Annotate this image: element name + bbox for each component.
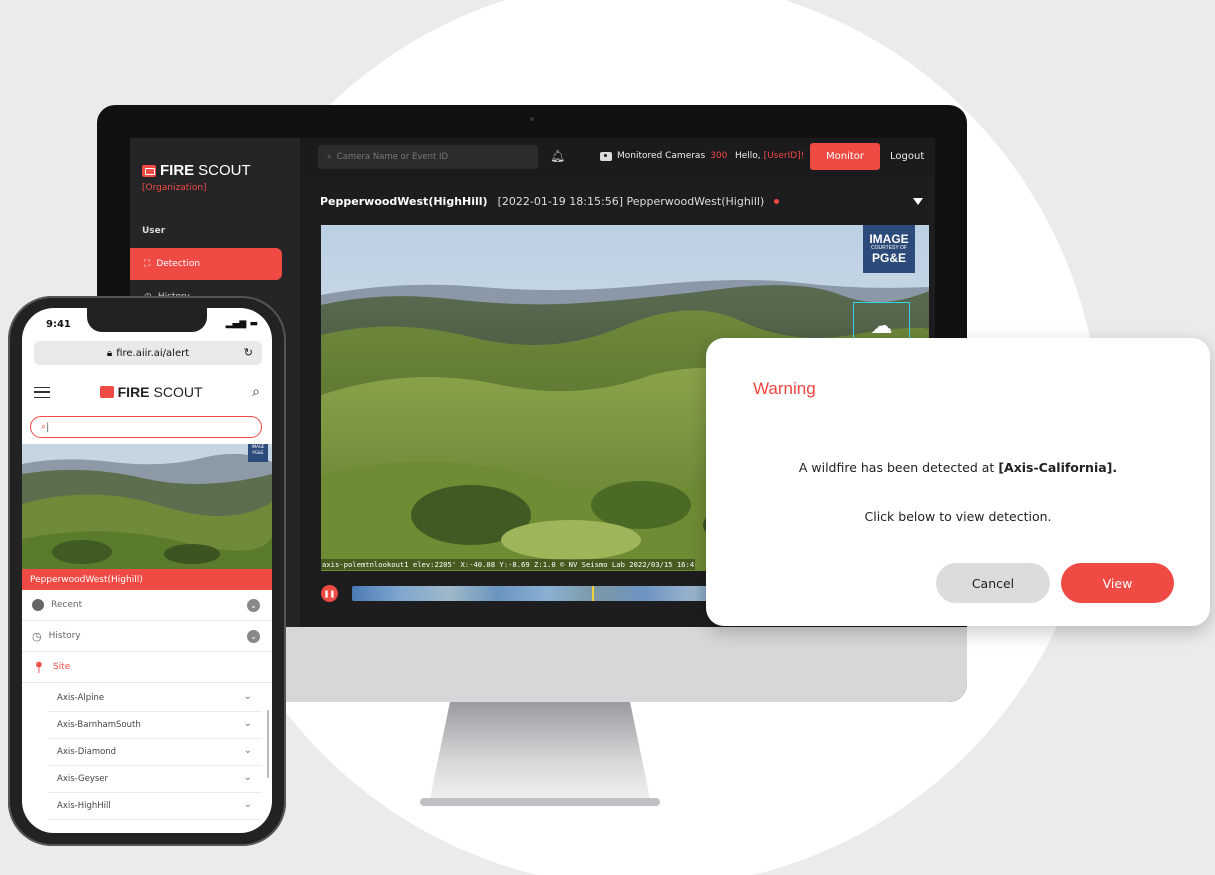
reload-icon[interactable]: ↻ — [244, 346, 253, 359]
url-text: fire.aiir.ai/alert — [116, 347, 190, 359]
brand-bold: FIRE — [160, 162, 195, 179]
phone-notch — [87, 308, 207, 332]
timeline-scrubber[interactable] — [352, 586, 742, 601]
monitor-stand — [420, 702, 660, 806]
signal-icon: ▂▄▆ — [225, 319, 247, 329]
recent-icon — [32, 599, 44, 611]
scrollbar[interactable] — [267, 710, 269, 778]
organization-label: [Organization] — [142, 183, 207, 193]
credit-line-3: PG&E — [871, 251, 906, 265]
cancel-button[interactable]: Cancel — [936, 563, 1050, 603]
monitored-cameras: Monitored Cameras 300 — [600, 151, 727, 161]
site-label: Axis-BarnhamSouth — [57, 720, 141, 730]
phone-brand-rest: SCOUT — [153, 384, 203, 400]
phone-screen: 9:41 ▂▄▆ ▬ 🔒︎ fire.aiir.ai/alert ↻ FIRE S… — [22, 308, 272, 833]
phone-camera-feed: IMAGE PG&E — [22, 444, 272, 569]
section-label: Site — [52, 662, 71, 672]
lock-icon: 🔒︎ — [106, 347, 113, 359]
dialog-title: Warning — [753, 379, 816, 398]
site-item-diamond[interactable]: Axis-Diamond ⌄ — [48, 739, 262, 766]
chevron-down-icon: ⌄ — [243, 691, 252, 702]
site-label: Axis-Alpine — [57, 693, 105, 703]
search-icon: ⌕ — [327, 152, 332, 162]
sidebar-section-user: User — [142, 226, 166, 236]
timeline-marker[interactable] — [592, 586, 594, 601]
warning-dialog: Warning A wildfire has been detected at … — [706, 338, 1210, 626]
brand-rest: SCOUT — [198, 162, 251, 179]
camera-search-input[interactable]: ⌕ Camera Name or Event ID — [318, 145, 538, 169]
camera-title-row: PepperwoodWest(HighHill) [2022-01-19 18:… — [320, 195, 780, 208]
phone-landscape-image — [22, 444, 272, 569]
chevron-down-icon: ⌄ — [243, 799, 252, 810]
chevron-down-icon: ⌄ — [243, 718, 252, 729]
smoke-cloud-icon: ☁︎ — [870, 313, 893, 339]
camera-name: PepperwoodWest(HighHill) — [320, 195, 488, 208]
camera-icon — [600, 151, 612, 161]
monitored-cameras-count: 300 — [710, 151, 728, 161]
dropdown-triangle-icon[interactable] — [913, 198, 923, 205]
firescout-logo-icon — [142, 164, 156, 177]
phone-search-input[interactable]: ⌕ | — [30, 416, 262, 438]
phone-header: FIRE SCOUT ⌕ — [22, 374, 272, 410]
chevron-down-icon[interactable]: ⌄ — [247, 599, 260, 612]
site-label: Axis-HighHill — [57, 801, 111, 811]
pause-button[interactable]: ❚❚ — [321, 585, 338, 602]
section-recent[interactable]: Recent ⌄ — [22, 590, 272, 621]
phone-brand-logo: FIRE SCOUT — [99, 384, 203, 400]
brand-logo: FIRE SCOUT — [142, 162, 251, 179]
greeting-prefix: Hello, — [735, 151, 761, 161]
monitored-cameras-label: Monitored Cameras — [617, 151, 706, 161]
dialog-subtext: Click below to view detection. — [864, 509, 1052, 524]
camera-overlay-text: axis-polemtnlookout1 elev:2205' X:-40.88… — [321, 559, 696, 570]
detection-icon: ⛶ — [144, 259, 151, 269]
site-item-highhill[interactable]: Axis-HighHill ⌄ — [48, 793, 262, 820]
section-site[interactable]: 📍︎ Site — [22, 652, 272, 683]
phone-image-credit: IMAGE PG&E — [248, 444, 268, 462]
event-info: [2022-01-19 18:15:56] PepperwoodWest(Hig… — [497, 195, 765, 208]
search-placeholder: Camera Name or Event ID — [336, 152, 449, 162]
section-label: Recent — [51, 600, 83, 610]
site-item-barnhamsouth[interactable]: Axis-BarnhamSouth ⌄ — [48, 712, 262, 739]
search-cursor: | — [46, 421, 50, 433]
sidebar-item-label: Detection — [156, 259, 201, 269]
phone-brand-bold: FIRE — [117, 384, 150, 400]
message-prefix: A wildfire has been detected at — [798, 460, 995, 475]
location-pin-icon: 📍︎ — [32, 660, 46, 674]
image-credit-badge: IMAGE COURTESY OF PG&E — [863, 225, 915, 273]
message-location: [Axis-California]. — [998, 460, 1118, 475]
chevron-down-icon: ⌄ — [243, 745, 252, 756]
phone-camera-bar: PepperwoodWest(Highill) — [22, 569, 272, 590]
status-time: 9:41 — [46, 319, 71, 330]
battery-icon: ▬ — [249, 319, 258, 329]
chevron-down-icon[interactable]: ⌄ — [247, 630, 260, 643]
mobile-phone: 9:41 ▂▄▆ ▬ 🔒︎ fire.aiir.ai/alert ↻ FIRE S… — [8, 296, 286, 846]
monitor-button[interactable]: Monitor — [810, 143, 880, 170]
webcam-dot — [530, 117, 534, 121]
firescout-logo-icon — [99, 386, 114, 398]
logout-link[interactable]: Logout — [890, 151, 924, 162]
dialog-message: A wildfire has been detected at [Axis-Ca… — [706, 460, 1210, 475]
status-icons: ▂▄▆ ▬ — [226, 319, 258, 329]
site-item-alpine[interactable]: Axis-Alpine ⌄ — [48, 685, 262, 712]
section-label: History — [48, 631, 81, 641]
section-history[interactable]: ◷ History ⌄ — [22, 621, 272, 652]
user-id: [UserID]! — [763, 151, 805, 161]
top-bar: ⌕ Camera Name or Event ID 🔔︎ Monitored C… — [300, 138, 935, 176]
url-bar[interactable]: 🔒︎ fire.aiir.ai/alert ↻ — [34, 341, 262, 365]
history-icon: ◷ — [32, 629, 42, 643]
site-item-geyser[interactable]: Axis-Geyser ⌄ — [48, 766, 262, 793]
chevron-down-icon: ⌄ — [243, 772, 252, 783]
hamburger-menu-icon[interactable] — [34, 386, 50, 398]
user-greeting: Hello, [UserID]! — [735, 151, 804, 161]
site-label: Axis-Diamond — [57, 747, 117, 757]
view-button[interactable]: View — [1061, 563, 1174, 603]
credit-line-1: IMAGE — [869, 232, 909, 246]
live-indicator — [774, 199, 780, 204]
search-icon[interactable]: ⌕ — [252, 384, 260, 400]
sidebar-item-detection[interactable]: ⛶ Detection — [130, 248, 282, 280]
notification-bell-icon[interactable]: 🔔︎ — [550, 149, 565, 163]
site-label: Axis-Geyser — [57, 774, 109, 784]
